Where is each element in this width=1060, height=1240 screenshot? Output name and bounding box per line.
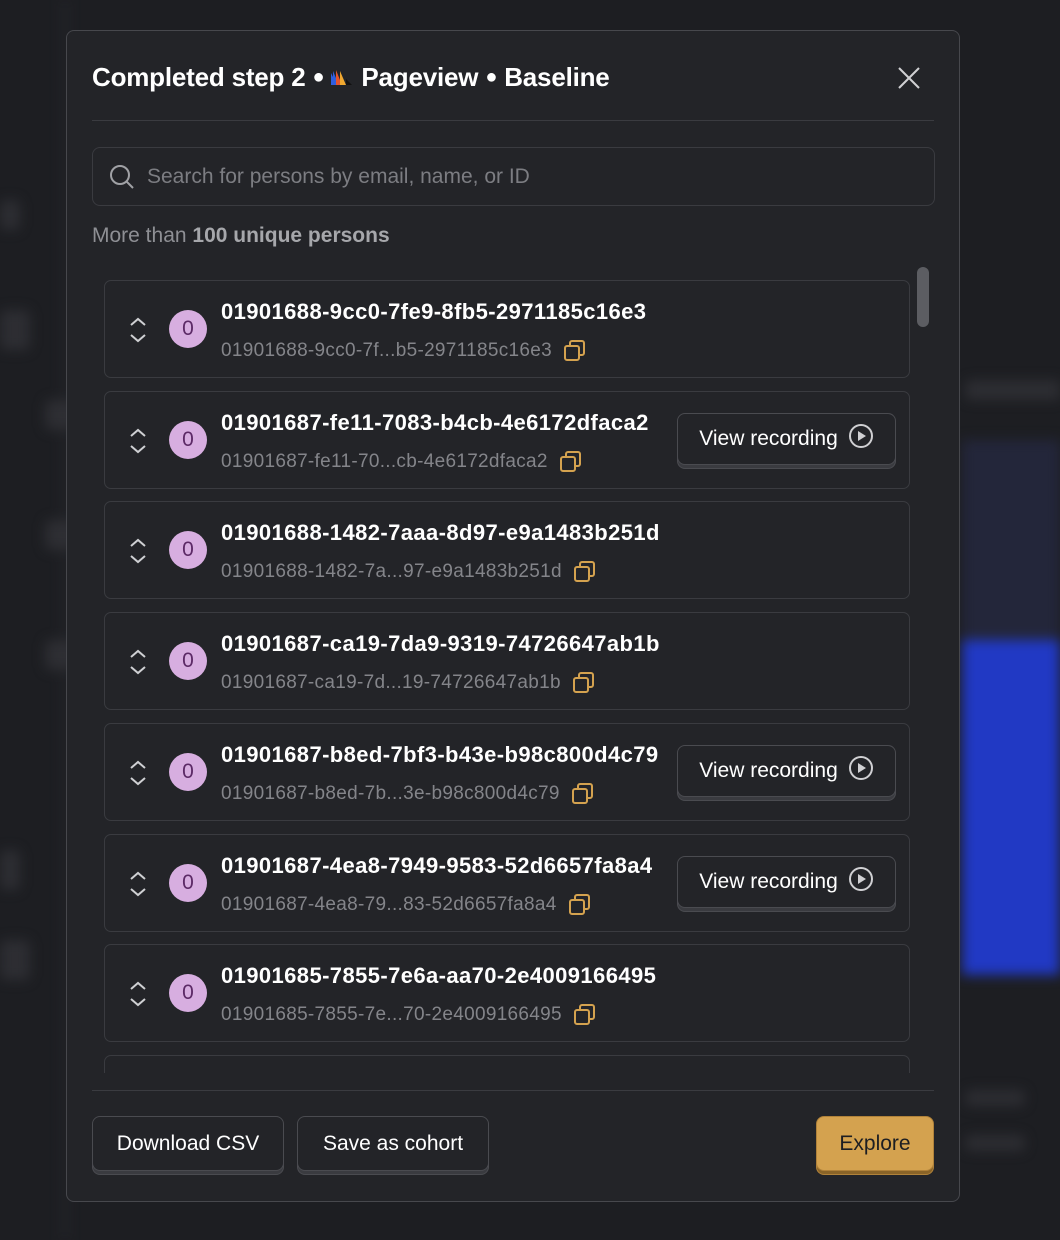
person-id: 01901688-1482-7a...97-e9a1483b251d	[221, 559, 598, 585]
modal-title: Completed step 2 ● Pageview ● Baseline	[92, 57, 934, 97]
expand-row-button[interactable]	[127, 426, 149, 456]
person-row-partial[interactable]	[104, 1054, 910, 1073]
search-input[interactable]	[147, 164, 907, 189]
search-field[interactable]	[92, 147, 935, 206]
pageview-event-icon	[331, 69, 353, 85]
copy-icon[interactable]	[572, 1002, 598, 1028]
avatar: 0	[169, 752, 207, 791]
person-id-text: 01901688-1482-7a...97-e9a1483b251d	[221, 561, 562, 583]
modal-footer: Download CSV Save as cohort Explore	[92, 1090, 934, 1171]
person-id: 01901687-4ea8-79...83-52d6657fa8a4	[221, 892, 593, 918]
person-id-text: 01901687-b8ed-7b...3e-b98c800d4c79	[221, 782, 560, 804]
expand-row-button[interactable]	[127, 315, 149, 345]
play-circle-icon	[838, 755, 874, 787]
chevron-up-down-icon	[127, 317, 149, 349]
avatar: 0	[169, 974, 207, 1013]
copy-icon[interactable]	[567, 892, 593, 918]
close-button[interactable]	[896, 65, 922, 91]
expand-row-button[interactable]	[127, 536, 149, 566]
person-id-text: 01901685-7855-7e...70-2e4009166495	[221, 1004, 562, 1026]
person-name-link[interactable]: 01901688-1482-7aaa-8d97-e9a1483b251d	[221, 520, 660, 546]
person-name-link[interactable]: 01901687-4ea8-7949-9583-52d6657fa8a4	[221, 853, 653, 879]
person-name-link[interactable]: 01901687-ca19-7da9-9319-74726647ab1b	[221, 631, 660, 657]
chevron-up-down-icon	[127, 981, 149, 1013]
copy-icon[interactable]	[562, 338, 588, 364]
title-variant: Baseline	[504, 61, 610, 92]
person-id-text: 01901688-9cc0-7f...b5-2971185c16e3	[221, 340, 552, 361]
person-name-link[interactable]: 01901688-9cc0-7fe9-8fb5-2971185c16e3	[221, 299, 646, 325]
title-separator: ●	[485, 65, 498, 88]
person-row[interactable]: 0 01901687-ca19-7da9-9319-74726647ab1b 019…	[104, 612, 910, 711]
view-recording-label: View recording	[699, 758, 838, 782]
person-id-text: 01901687-fe11-70...cb-4e6172dfaca2	[221, 450, 548, 472]
expand-row-button[interactable]	[127, 979, 149, 1009]
avatar: 0	[169, 863, 207, 902]
play-circle-icon	[838, 423, 874, 455]
avatar: 0	[169, 642, 207, 681]
copy-icon[interactable]	[572, 559, 598, 585]
scrollbar-thumb[interactable]	[917, 267, 929, 327]
title-event-name: Pageview	[361, 61, 479, 92]
avatar: 0	[169, 531, 207, 570]
play-circle-icon	[838, 866, 874, 898]
modal-header: Completed step 2 ● Pageview ● Baseline	[92, 57, 934, 121]
count-value: 100 unique persons	[192, 224, 390, 247]
person-row[interactable]: 0 01901687-4ea8-7949-9583-52d6657fa8a4 019…	[104, 833, 910, 932]
person-id: 01901688-9cc0-7f...b5-2971185c16e3	[221, 338, 588, 364]
view-recording-button[interactable]: View recording	[677, 855, 896, 908]
person-id: 01901687-ca19-7d...19-74726647ab1b	[221, 670, 597, 696]
count-prefix: More than	[92, 224, 187, 247]
person-row[interactable]: 0 01901687-fe11-7083-b4cb-4e6172dfaca2 019…	[104, 390, 910, 489]
person-id: 01901685-7855-7e...70-2e4009166495	[221, 1002, 598, 1028]
person-row[interactable]: 0 01901688-1482-7aaa-8d97-e9a1483b251d 019…	[104, 501, 910, 600]
person-name-link[interactable]: 01901685-7855-7e6a-aa70-2e4009166495	[221, 963, 656, 989]
view-recording-label: View recording	[699, 426, 838, 450]
persons-list: 0 01901688-9cc0-7fe9-8fb5-2971185c16e3 019…	[92, 265, 937, 1073]
chevron-up-down-icon	[127, 539, 149, 570]
person-row[interactable]: 0 01901688-9cc0-7fe9-8fb5-2971185c16e3 019…	[104, 280, 910, 378]
chevron-up-down-icon	[127, 428, 149, 460]
avatar: 0	[169, 420, 207, 459]
person-id: 01901687-b8ed-7b...3e-b98c800d4c79	[221, 781, 596, 807]
avatar: 0	[169, 310, 207, 348]
list-scrollbar[interactable]	[911, 265, 937, 1073]
expand-row-button[interactable]	[127, 758, 149, 788]
copy-icon[interactable]	[570, 781, 596, 807]
close-icon	[898, 67, 920, 89]
person-name-link[interactable]: 01901687-b8ed-7bf3-b43e-b98c800d4c79	[221, 742, 659, 768]
person-id-text: 01901687-4ea8-79...83-52d6657fa8a4	[221, 893, 557, 915]
title-step: Completed step 2	[92, 61, 306, 92]
copy-icon[interactable]	[558, 449, 584, 475]
persons-count: More than 100 unique persons	[92, 224, 390, 248]
person-name-link[interactable]: 01901687-fe11-7083-b4cb-4e6172dfaca2	[221, 410, 649, 436]
view-recording-label: View recording	[699, 869, 838, 893]
title-separator: ●	[312, 65, 325, 88]
chevron-up-down-icon	[127, 871, 149, 903]
download-csv-button[interactable]: Download CSV	[92, 1116, 284, 1171]
person-id-text: 01901687-ca19-7d...19-74726647ab1b	[221, 672, 561, 694]
view-recording-button[interactable]: View recording	[677, 744, 896, 797]
chevron-up-down-icon	[127, 760, 149, 792]
person-id: 01901687-fe11-70...cb-4e6172dfaca2	[221, 449, 584, 475]
expand-row-button[interactable]	[127, 647, 149, 677]
copy-icon[interactable]	[571, 670, 597, 696]
person-row[interactable]: 0 01901687-b8ed-7bf3-b43e-b98c800d4c79 019…	[104, 722, 910, 821]
save-as-cohort-button[interactable]: Save as cohort	[297, 1116, 489, 1171]
persons-modal: Completed step 2 ● Pageview ● Baseline S…	[66, 30, 960, 1202]
search-icon	[110, 164, 134, 189]
expand-row-button[interactable]	[127, 869, 149, 899]
chevron-up-down-icon	[127, 649, 149, 681]
view-recording-button[interactable]: View recording	[677, 412, 896, 465]
person-row[interactable]: 0 01901685-7855-7e6a-aa70-2e4009166495 019…	[104, 944, 910, 1043]
explore-button[interactable]: Explore	[816, 1116, 934, 1171]
